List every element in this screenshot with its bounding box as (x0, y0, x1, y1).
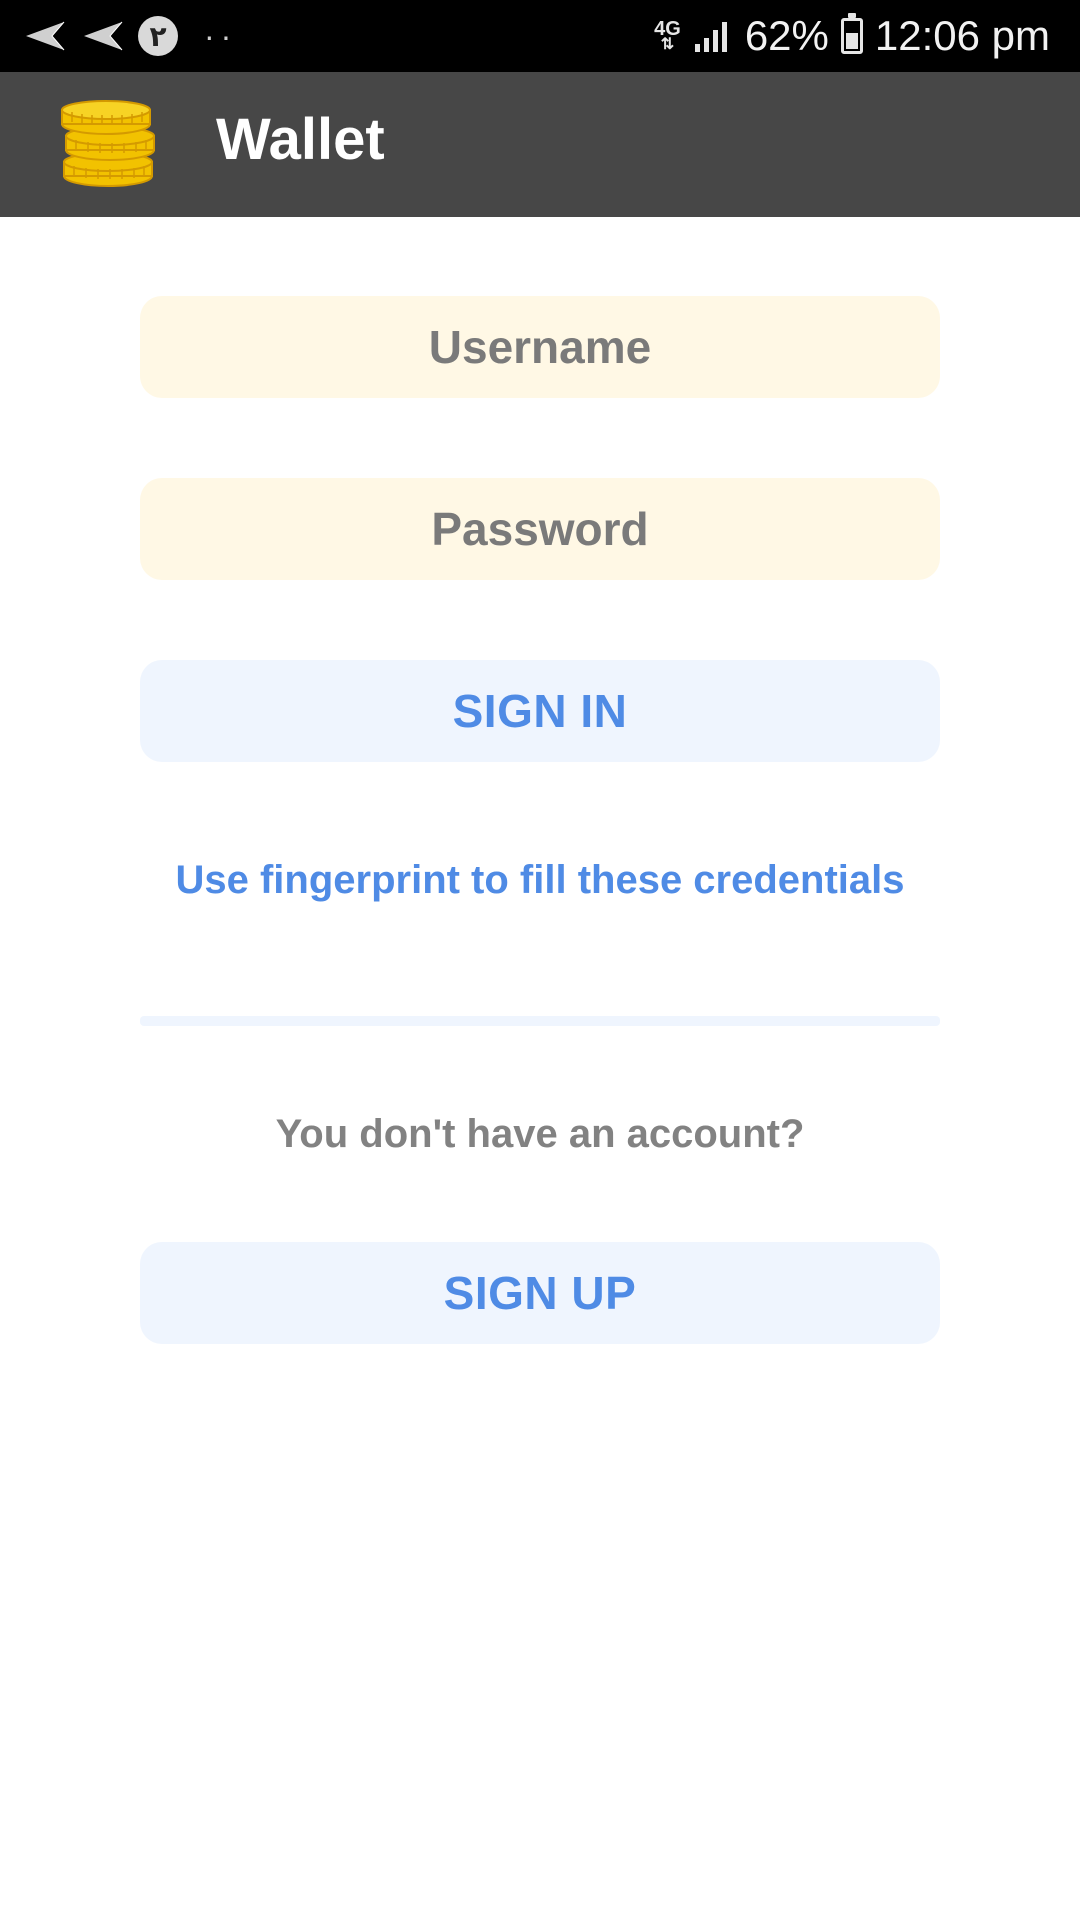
sign-up-button[interactable]: SIGN UP (140, 1242, 940, 1344)
battery-percent: 62% (744, 12, 829, 59)
sign-in-button[interactable]: SIGN IN (140, 660, 940, 762)
app-title: Wallet (216, 107, 385, 172)
username-input[interactable] (140, 296, 940, 398)
data-arrows-icon: ⇅ (660, 36, 675, 53)
sign-in-label: SIGN IN (452, 685, 628, 737)
no-account-text: You don't have an account? (275, 1112, 805, 1156)
status-left: ٢ ·· (22, 0, 237, 72)
status-bar: ٢ ·· 4G ⇅ 62% 12:06 pm (0, 0, 1080, 72)
notification-badge: ٢ (138, 16, 178, 56)
battery-icon (840, 13, 863, 54)
network-icon: 4G ⇅ (654, 19, 681, 53)
send-icon (26, 21, 65, 51)
sign-up-label: SIGN UP (443, 1267, 637, 1319)
password-input[interactable] (140, 478, 940, 580)
battery-fill (845, 33, 858, 49)
status-right: 4G ⇅ 62% 12:06 pm (654, 0, 1050, 72)
send-icon (84, 21, 123, 51)
divider (140, 1016, 940, 1026)
fingerprint-link[interactable]: Use fingerprint to fill these credential… (140, 858, 940, 903)
clock: 12:06 pm (874, 12, 1050, 59)
signal-icon (694, 22, 727, 52)
app-bar: Wallet (0, 72, 1080, 217)
overflow-dots: ·· (204, 17, 238, 54)
coins-stack-icon (61, 100, 155, 187)
